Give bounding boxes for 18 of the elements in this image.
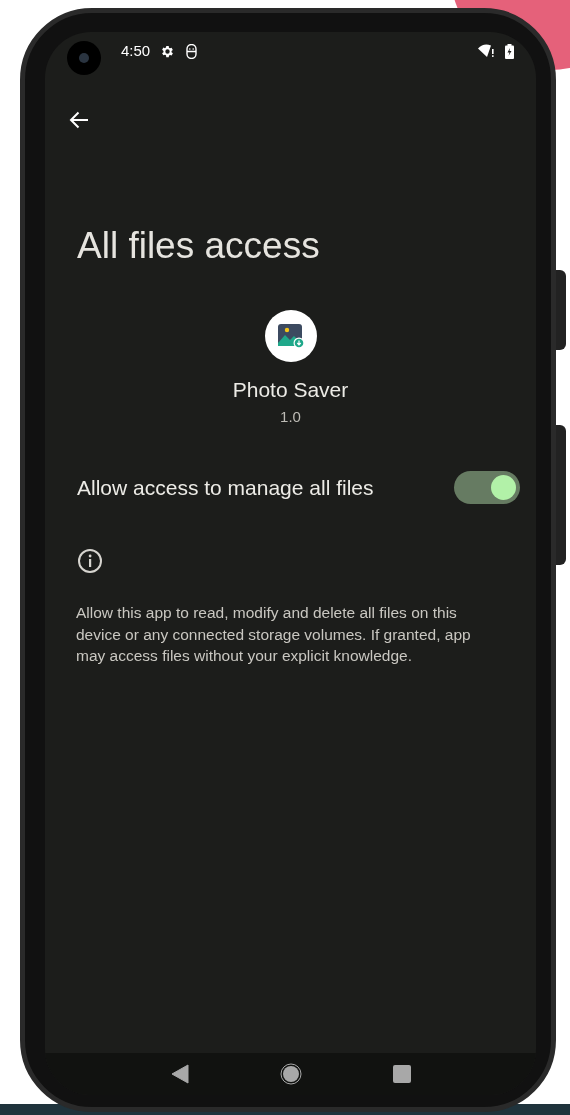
app-name: Photo Saver [232,377,349,403]
page-title: All files access [77,224,321,268]
info-icon [77,548,103,574]
app-version: 1.0 [280,407,301,427]
robot-icon [185,43,199,59]
permission-label: Allow access to manage all files [77,474,374,501]
camera-lens [67,41,101,75]
settings-icon [160,43,176,59]
status-time: 4:50 [121,40,151,61]
wifi-icon [478,44,495,58]
permission-description: Allow this app to read, modify and delete all files on this device or any connected storage volumes. If granted, app may access files without your explicit knowledge. [76,603,472,666]
recents-square-icon[interactable] [392,1065,411,1083]
back-triangle-icon[interactable] [170,1064,189,1084]
toggle-switch[interactable] [454,471,520,504]
home-circle-icon[interactable] [279,1063,302,1085]
app-icon [264,310,317,362]
back-arrow-icon [69,111,89,129]
battery-icon [505,43,514,59]
